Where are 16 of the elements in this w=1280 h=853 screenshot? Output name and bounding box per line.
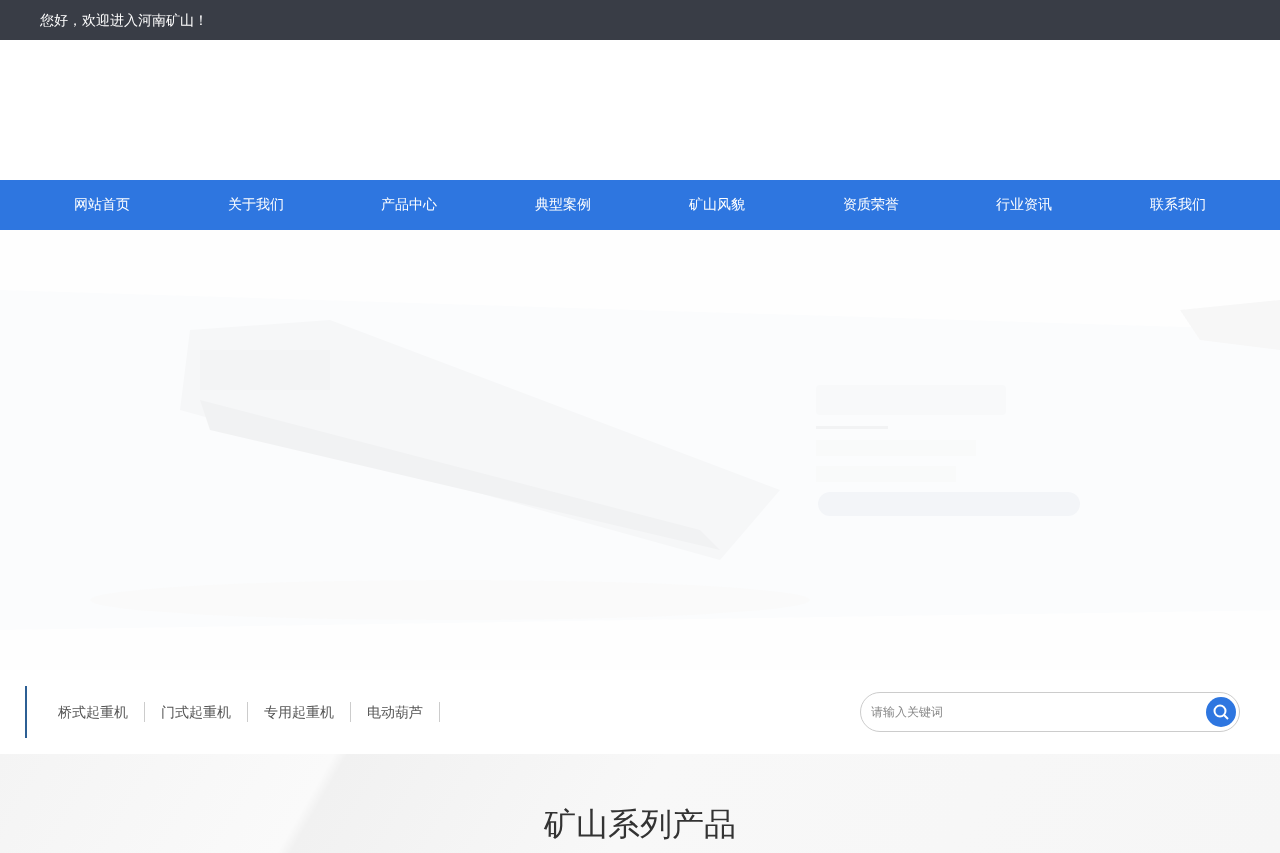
category-link[interactable]: 专用起重机 [248,702,351,722]
nav-link[interactable]: 网站首页 [25,180,179,230]
section-title: 矿山系列产品 [543,804,737,844]
nav-link[interactable]: 联系我们 [1101,180,1255,230]
nav-link[interactable]: 资质荣誉 [793,180,948,230]
search-icon [1212,703,1230,721]
nav-link[interactable]: 典型案例 [486,180,640,230]
search-field[interactable]: 请输入关键词 [860,692,1240,732]
nav-link[interactable]: 矿山风貌 [640,180,794,230]
nav-link[interactable]: 产品中心 [332,180,487,230]
greeting-text: 您好，欢迎进入河南矿山！ [40,11,208,30]
category-link[interactable]: 桥式起重机 [42,702,145,722]
category-link[interactable]: 门式起重机 [145,702,248,722]
category-link[interactable]: 电动葫芦 [351,702,440,722]
nav-link[interactable]: 关于我们 [178,180,333,230]
nav-link[interactable]: 行业资讯 [947,180,1102,230]
